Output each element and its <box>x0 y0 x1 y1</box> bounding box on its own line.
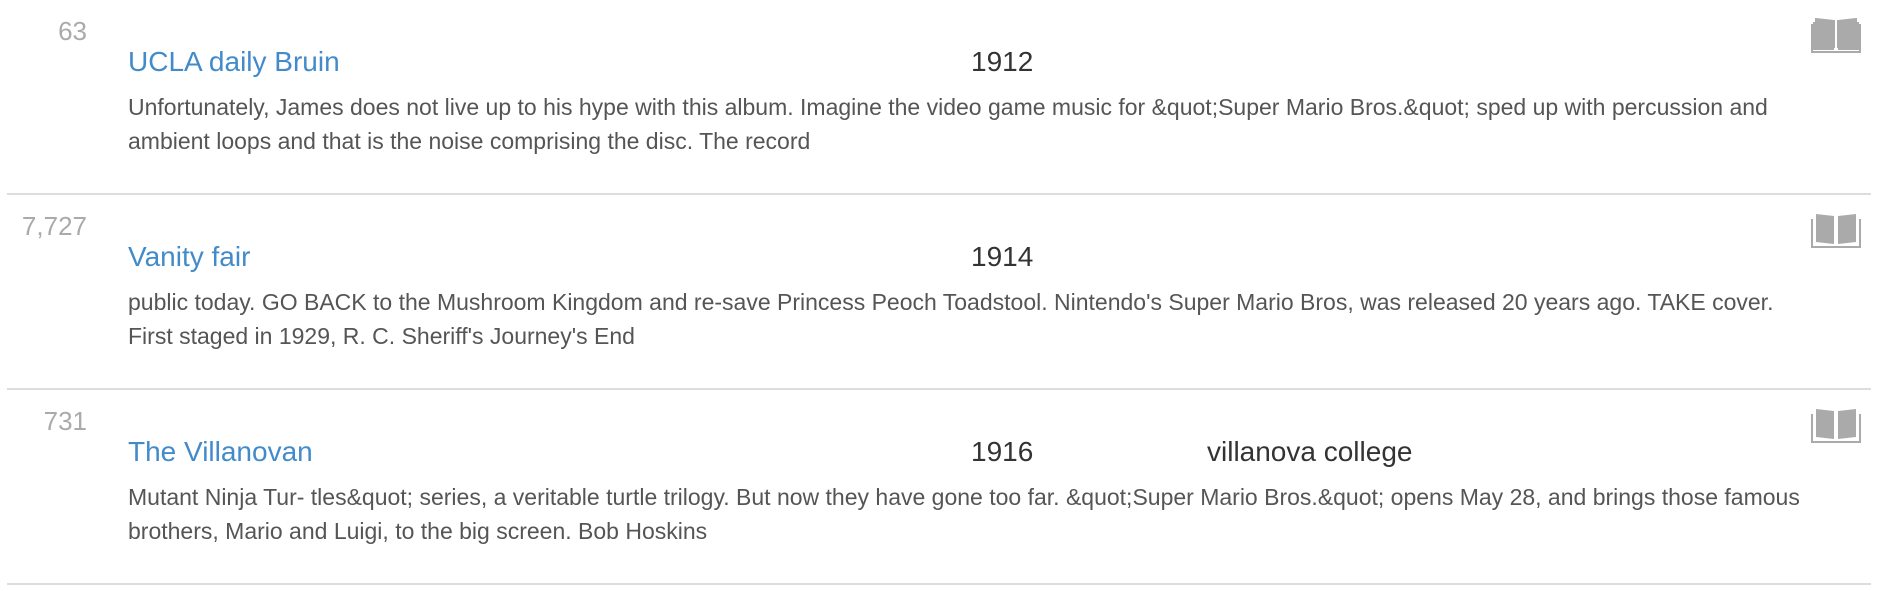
result-year: 1912 <box>971 46 1034 77</box>
result-count: 63 <box>58 16 87 46</box>
book-icon[interactable] <box>1811 406 1861 444</box>
result-publisher: villanova college <box>1207 436 1413 467</box>
result-row: 7,727 Vanity fair 1914 public today. GO … <box>7 195 1871 390</box>
result-count: 7,727 <box>21 211 87 241</box>
result-title-link[interactable]: UCLA daily Bruin <box>128 46 340 78</box>
result-row: 731 The Villanovan 1916 villanova colleg… <box>7 390 1871 585</box>
result-title-link[interactable]: The Villanovan <box>128 436 313 468</box>
result-snippet: public today. GO BACK to the Mushroom Ki… <box>128 289 1774 349</box>
result-year: 1914 <box>971 241 1034 272</box>
book-icon[interactable] <box>1811 16 1861 54</box>
result-year: 1916 <box>971 436 1034 467</box>
result-row: 63 UCLA daily Bruin 1912 Unfortunately, … <box>7 0 1871 195</box>
book-icon[interactable] <box>1811 211 1861 249</box>
result-snippet: Unfortunately, James does not live up to… <box>128 94 1768 154</box>
result-title-link[interactable]: Vanity fair <box>128 241 250 273</box>
result-count: 731 <box>43 406 87 436</box>
results-list: 63 UCLA daily Bruin 1912 Unfortunately, … <box>7 0 1871 585</box>
result-snippet: Mutant Ninja Tur- tles&quot; series, a v… <box>128 484 1800 544</box>
